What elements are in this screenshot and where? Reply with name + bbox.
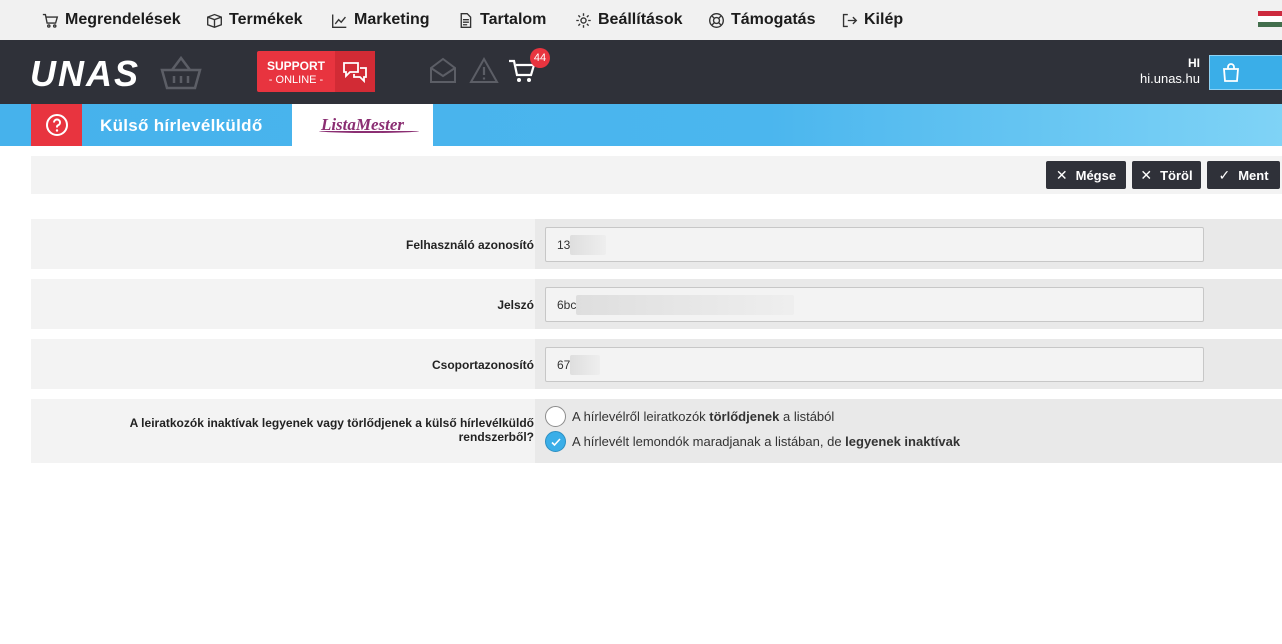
close-icon: ✕ bbox=[1055, 166, 1068, 183]
user-id-label: Felhasználó azonosító bbox=[405, 238, 534, 252]
password-label: Jelszó bbox=[497, 298, 534, 312]
menu-item-products[interactable]: Termékek bbox=[206, 11, 303, 29]
warning-icon[interactable] bbox=[469, 56, 499, 86]
document-icon bbox=[460, 12, 472, 28]
support-label: SUPPORT bbox=[266, 59, 325, 73]
page-title-bar: Külső hírlevélküldő ListaMester bbox=[0, 104, 1282, 146]
menu-item-label: Kilép bbox=[864, 11, 904, 28]
page-title: Külső hírlevélküldő bbox=[100, 116, 263, 135]
menu-item-label: Megrendelések bbox=[65, 11, 181, 28]
shop-domain: hi.unas.hu bbox=[1140, 71, 1200, 86]
header-bar: UNAS SUPPORT - ONLINE - 44 HI hi.unas.hu bbox=[0, 40, 1282, 104]
cart-icon bbox=[42, 13, 59, 28]
support-status: - ONLINE - bbox=[268, 74, 324, 86]
close-icon: ✕ bbox=[1140, 166, 1153, 183]
check-icon: ✓ bbox=[1218, 166, 1231, 183]
password-value: 6bc bbox=[557, 297, 577, 312]
save-button[interactable]: ✓ Ment bbox=[1207, 161, 1280, 189]
group-id-label: Csoportazonosító bbox=[432, 358, 534, 372]
box-icon bbox=[207, 13, 222, 28]
top-menu: Megrendelések Termékek Marketing Tartalo… bbox=[0, 0, 1282, 40]
user-id-value: 13 bbox=[557, 237, 571, 252]
cancel-button[interactable]: ✕ Mégse bbox=[1046, 161, 1126, 189]
menu-item-label: Beállítások bbox=[598, 11, 683, 28]
action-bar: ✕ Mégse ✕ Töröl ✓ Ment bbox=[31, 156, 1282, 194]
form-row-group-id: Csoportazonosító 67 bbox=[31, 339, 1282, 389]
delete-button[interactable]: ✕ Töröl bbox=[1132, 161, 1201, 189]
chat-bubbles-icon bbox=[335, 51, 375, 92]
form-row-password: Jelszó 6bc bbox=[31, 279, 1282, 329]
user-name: HI bbox=[1188, 56, 1200, 70]
logout-icon bbox=[842, 13, 858, 27]
shop-bag-button[interactable] bbox=[1209, 55, 1282, 90]
unsubscribe-label: A leiratkozók inaktívak legyenek vagy tö… bbox=[31, 416, 534, 444]
lifebuoy-icon bbox=[709, 12, 724, 28]
option2-text: A hírlevélt lemondók maradjanak a listáb… bbox=[572, 434, 961, 449]
group-id-input[interactable]: 67 bbox=[545, 347, 1204, 382]
menu-item-settings[interactable]: Beállítások bbox=[575, 11, 682, 29]
user-id-input[interactable]: 13 bbox=[545, 227, 1204, 262]
menu-item-content[interactable]: Tartalom bbox=[457, 11, 546, 29]
menu-item-support[interactable]: Támogatás bbox=[708, 11, 815, 29]
password-input[interactable]: 6bc bbox=[545, 287, 1204, 322]
form-row-user-id: Felhasználó azonosító 13 bbox=[31, 219, 1282, 269]
radio-keep-inactive[interactable]: A hírlevélt lemondók maradjanak a listáb… bbox=[545, 431, 960, 452]
menu-item-label: Támogatás bbox=[731, 11, 816, 28]
menu-item-label: Marketing bbox=[354, 11, 430, 28]
unsubscribe-label-line2: rendszerből? bbox=[458, 430, 534, 444]
form-row-unsubscribe: A leiratkozók inaktívak legyenek vagy tö… bbox=[31, 399, 1282, 463]
user-info: HI hi.unas.hu bbox=[1140, 56, 1200, 86]
radio-checked-icon bbox=[545, 431, 566, 452]
menu-item-label: Tartalom bbox=[480, 11, 547, 28]
unsubscribe-label-line1: A leiratkozók inaktívak legyenek vagy tö… bbox=[129, 416, 534, 430]
delete-label: Töröl bbox=[1160, 167, 1193, 183]
menu-item-logout[interactable]: Kilép bbox=[841, 11, 903, 29]
hungarian-flag-icon[interactable] bbox=[1258, 11, 1282, 27]
help-button[interactable] bbox=[31, 104, 82, 146]
group-id-value: 67 bbox=[557, 357, 571, 372]
menu-item-marketing[interactable]: Marketing bbox=[331, 11, 430, 29]
chart-icon bbox=[332, 14, 347, 28]
envelope-icon[interactable] bbox=[428, 56, 458, 86]
option1-text: A hírlevélről leiratkozók törlődjenek a … bbox=[572, 409, 835, 424]
cart-count-badge: 44 bbox=[530, 48, 550, 68]
listamester-logo: ListaMester bbox=[292, 104, 433, 146]
menu-item-orders[interactable]: Megrendelések bbox=[42, 11, 181, 29]
question-icon bbox=[45, 114, 68, 136]
radio-circle bbox=[545, 406, 566, 427]
gear-icon bbox=[576, 12, 591, 28]
basket-logo-icon bbox=[160, 55, 202, 90]
shopping-bag-icon bbox=[1223, 62, 1239, 82]
support-online-button[interactable]: SUPPORT - ONLINE - bbox=[257, 51, 375, 92]
cancel-label: Mégse bbox=[1075, 167, 1117, 183]
radio-delete-unsubscribed[interactable]: A hírlevélről leiratkozók törlődjenek a … bbox=[545, 406, 834, 427]
save-label: Ment bbox=[1238, 167, 1269, 183]
menu-item-label: Termékek bbox=[229, 11, 303, 28]
unas-logo[interactable]: UNAS bbox=[30, 53, 140, 95]
